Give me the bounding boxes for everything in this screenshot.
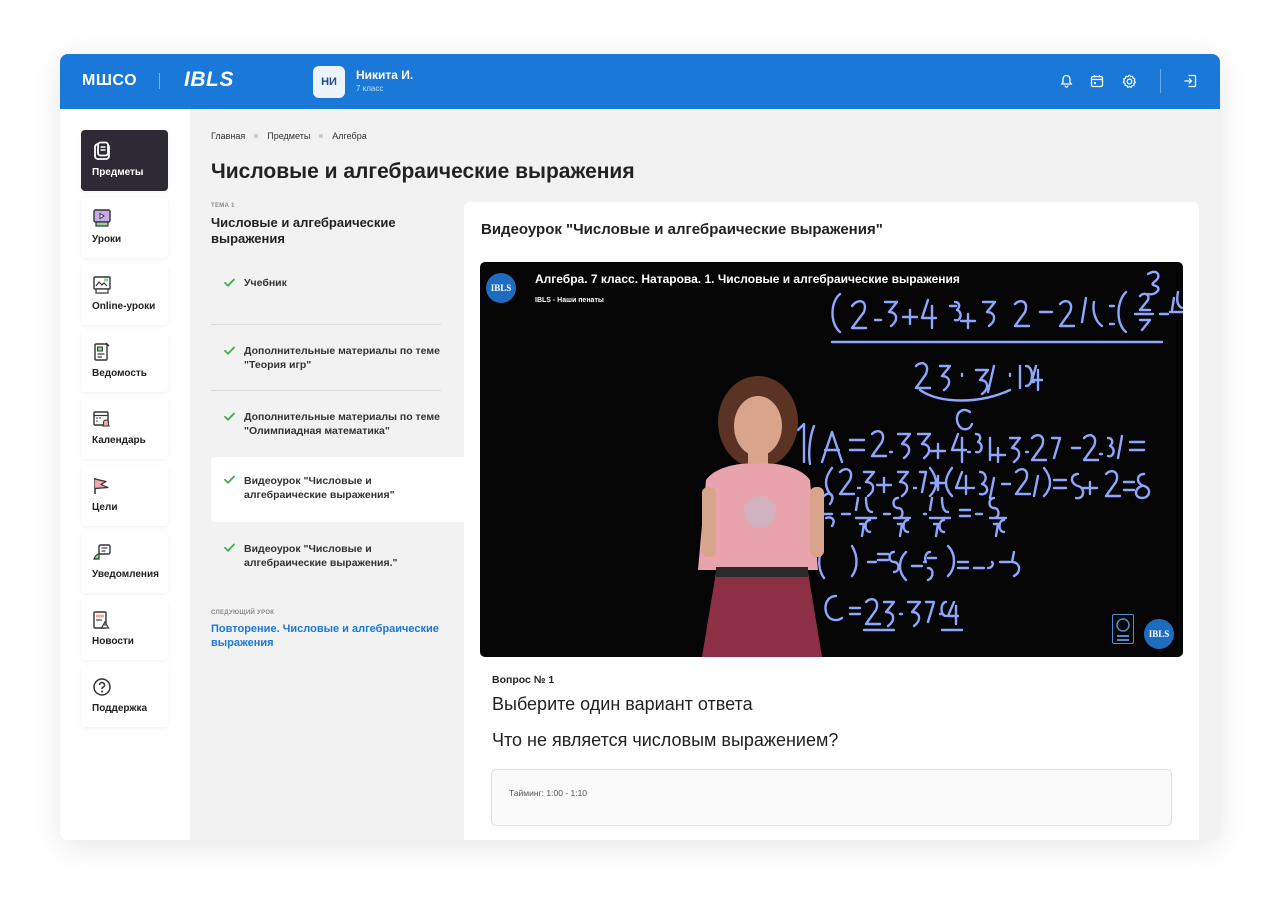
sidebar-item-news[interactable]: Новости bbox=[81, 599, 168, 660]
calendar-icon[interactable] bbox=[1088, 72, 1106, 90]
topic-kicker: ТЕМА 1 bbox=[211, 203, 235, 209]
sidebar-item-notifications[interactable]: Уведомления bbox=[81, 532, 168, 593]
lesson-label: Видеоурок "Числовые и алгебраические выр… bbox=[244, 475, 395, 501]
avatar[interactable]: НИ bbox=[313, 66, 345, 98]
nashi-penaty-logo-icon bbox=[1112, 614, 1134, 644]
lesson-item-video-2[interactable]: Видеоурок "Числовые и алгебраические выр… bbox=[211, 538, 464, 570]
timing-box: Тайминг: 1:00 - 1:10 bbox=[491, 769, 1172, 826]
video-title[interactable]: Алгебра. 7 класс. Натарова. 1. Числовые … bbox=[535, 272, 960, 286]
page-title: Числовые и алгебраические выражения bbox=[211, 160, 635, 183]
breadcrumb-home[interactable]: Главная bbox=[211, 131, 245, 141]
sidebar-item-label: Уроки bbox=[92, 234, 122, 245]
video-player[interactable]: IBLS Алгебра. 7 класс. Натарова. 1. Числ… bbox=[480, 262, 1183, 657]
help-icon bbox=[93, 678, 111, 696]
next-lesson-kicker: СЛЕДУЮЩИЙ УРОК bbox=[211, 610, 275, 616]
online-lesson-icon bbox=[93, 276, 111, 294]
question-number: Вопрос № 1 bbox=[492, 674, 555, 686]
ibls-watermark: IBLS bbox=[1144, 619, 1174, 649]
video-channel[interactable]: IBLS - Наши пенаты bbox=[535, 297, 604, 304]
sidebar-item-calendar[interactable]: Календарь bbox=[81, 398, 168, 459]
content-title: Видеоурок "Числовые и алгебраические выр… bbox=[481, 221, 883, 238]
top-divider bbox=[1160, 69, 1161, 93]
sidebar: Предметы Уроки Online-уроки Ведомость Ка… bbox=[60, 109, 190, 840]
sidebar-item-support[interactable]: Поддержка bbox=[81, 666, 168, 727]
notification-icon bbox=[93, 544, 111, 560]
gear-icon[interactable] bbox=[1120, 72, 1138, 90]
lesson-divider bbox=[211, 324, 441, 325]
lesson-item-game-theory[interactable]: Дополнительные материалы по теме "Теория… bbox=[211, 340, 464, 372]
video-lesson-icon bbox=[93, 209, 111, 227]
video-frame bbox=[698, 270, 1183, 657]
lesson-label: Учебник bbox=[244, 277, 287, 289]
check-icon bbox=[224, 412, 235, 421]
sidebar-item-label: Новости bbox=[92, 636, 134, 647]
news-icon bbox=[93, 611, 110, 629]
breadcrumb: Главная Предметы Алгебра bbox=[211, 131, 367, 141]
ibls-logo[interactable]: IBLS bbox=[184, 68, 234, 92]
question-type: Выберите один вариант ответа bbox=[492, 694, 753, 714]
lesson-item-textbook[interactable]: Учебник bbox=[211, 273, 464, 293]
lesson-item-olympiad[interactable]: Дополнительные материалы по теме "Олимпи… bbox=[211, 406, 464, 438]
calendar-bell-icon bbox=[93, 411, 111, 427]
check-icon bbox=[224, 346, 235, 355]
user-grade: 7 класс bbox=[356, 84, 384, 93]
topic-title: Числовые и алгебраические выражения bbox=[211, 215, 396, 246]
bell-icon[interactable] bbox=[1057, 72, 1075, 90]
sidebar-item-label: Календарь bbox=[92, 435, 146, 446]
breadcrumb-separator bbox=[254, 134, 259, 138]
question-text: Что не является числовым выражением? bbox=[492, 730, 839, 750]
logo-divider bbox=[159, 73, 160, 89]
breadcrumb-separator bbox=[319, 134, 324, 138]
lesson-label: Видеоурок "Числовые и алгебраические выр… bbox=[244, 543, 398, 569]
app-window: МШСО IBLS НИ Никита И. 7 класс Предметы … bbox=[60, 54, 1220, 840]
breadcrumb-current[interactable]: Алгебра bbox=[332, 131, 366, 141]
flag-icon bbox=[94, 478, 109, 494]
lesson-label: Дополнительные материалы по теме "Олимпи… bbox=[244, 411, 440, 437]
sidebar-item-label: Online-уроки bbox=[92, 301, 156, 312]
sidebar-item-subjects[interactable]: Предметы bbox=[81, 130, 168, 191]
next-lesson-link[interactable]: Повторение. Числовые и алгебраические вы… bbox=[211, 622, 456, 650]
report-icon bbox=[94, 342, 110, 361]
school-logo[interactable]: МШСО bbox=[82, 72, 137, 90]
lesson-divider bbox=[211, 390, 441, 391]
sidebar-item-label: Уведомления bbox=[92, 569, 159, 580]
breadcrumb-subjects[interactable]: Предметы bbox=[267, 131, 310, 141]
lesson-item-video-active[interactable]: Видеоурок "Числовые и алгебраические выр… bbox=[211, 457, 464, 522]
logout-icon[interactable] bbox=[1181, 72, 1199, 90]
sidebar-item-goals[interactable]: Цели bbox=[81, 465, 168, 526]
lesson-content-card: Видеоурок "Числовые и алгебраические выр… bbox=[464, 202, 1199, 840]
sidebar-item-label: Предметы bbox=[92, 167, 144, 178]
check-icon bbox=[224, 543, 235, 552]
sidebar-item-gradebook[interactable]: Ведомость bbox=[81, 331, 168, 392]
sidebar-item-label: Поддержка bbox=[92, 703, 148, 714]
sidebar-item-label: Цели bbox=[92, 502, 118, 513]
sidebar-item-online-lessons[interactable]: Online-уроки bbox=[81, 264, 168, 325]
user-name[interactable]: Никита И. bbox=[356, 68, 413, 82]
lesson-label: Дополнительные материалы по теме "Теория… bbox=[244, 345, 440, 371]
timing-text: Тайминг: 1:00 - 1:10 bbox=[509, 788, 588, 798]
sidebar-item-label: Ведомость bbox=[92, 368, 147, 379]
book-icon bbox=[94, 141, 110, 160]
top-bar: МШСО IBLS НИ Никита И. 7 класс bbox=[60, 54, 1220, 109]
check-icon bbox=[224, 278, 235, 287]
check-icon bbox=[224, 475, 235, 484]
channel-avatar[interactable]: IBLS bbox=[486, 273, 516, 303]
sidebar-item-lessons[interactable]: Уроки bbox=[81, 197, 168, 258]
